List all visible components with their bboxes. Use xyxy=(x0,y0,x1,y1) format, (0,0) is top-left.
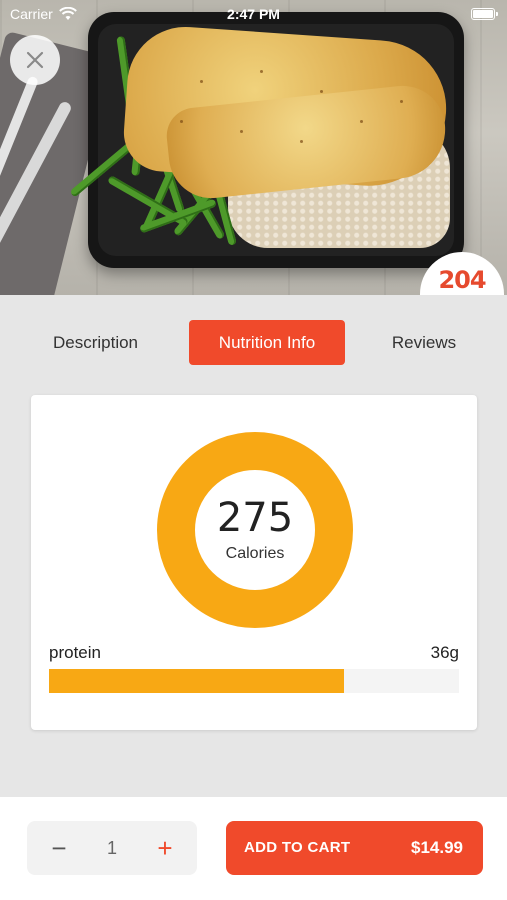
nutrient-amount: 36g xyxy=(430,643,459,662)
nutrient-progress-fill xyxy=(49,669,345,693)
cart-price: $14.99 xyxy=(411,838,463,857)
add-to-cart-label: ADD TO CART xyxy=(244,839,351,856)
increase-quantity-button[interactable]: + xyxy=(143,821,187,875)
nutrient-progress-bar xyxy=(49,669,459,693)
close-icon xyxy=(26,51,44,69)
detail-tabs: Description Nutrition Info Reviews xyxy=(0,295,507,385)
decrease-quantity-button[interactable]: − xyxy=(37,821,81,875)
quantity-value: 1 xyxy=(106,837,117,858)
battery-icon xyxy=(471,8,498,20)
cart-bar: − 1 + ADD TO CART $14.99 xyxy=(0,797,507,900)
status-bar: Carrier 2:47 PM xyxy=(0,0,507,28)
add-to-cart-button[interactable]: ADD TO CART $14.99 xyxy=(226,821,483,875)
tab-description[interactable]: Description xyxy=(27,320,164,365)
calories-value: 275 xyxy=(216,495,294,541)
brand-logo-text: 204 xyxy=(438,266,486,294)
status-time: 2:47 PM xyxy=(227,6,280,22)
close-button[interactable] xyxy=(10,35,60,85)
meal-photo: 204 xyxy=(0,0,507,295)
tab-nutrition-info[interactable]: Nutrition Info xyxy=(189,320,345,365)
quantity-stepper: − 1 + xyxy=(27,821,197,875)
nutrient-name: protein xyxy=(49,643,101,662)
tab-reviews[interactable]: Reviews xyxy=(370,320,478,365)
nutrition-card: 275 Calories protein 36g xyxy=(31,395,477,730)
calories-label: Calories xyxy=(225,545,285,562)
